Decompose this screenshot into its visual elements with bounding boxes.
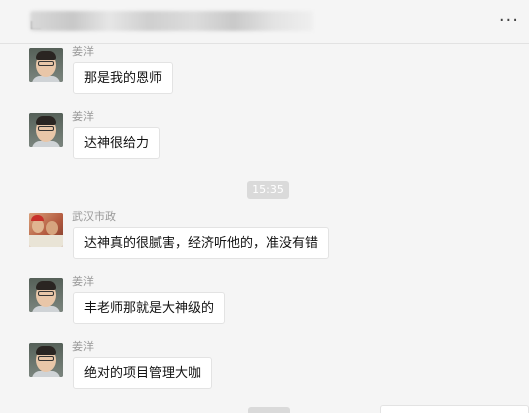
more-dots-icon[interactable]: ··· <box>499 12 519 30</box>
avatar[interactable] <box>29 213 63 247</box>
message-bubble[interactable]: 达神真的很腻害，经济听他的，准没有错 <box>73 227 330 259</box>
sender-name: 姜洋 <box>72 45 94 58</box>
avatar[interactable] <box>29 113 63 147</box>
sender-name: 姜洋 <box>72 340 94 353</box>
sender-name: 武汉市政 <box>72 210 116 223</box>
time-divider-partial <box>248 407 290 413</box>
avatar[interactable] <box>29 278 63 312</box>
chat-header: ··· <box>0 0 529 44</box>
avatar[interactable] <box>29 48 63 82</box>
message-bubble[interactable]: 达神很给力 <box>73 127 161 159</box>
sender-name: 姜洋 <box>72 275 94 288</box>
message-bubble[interactable]: 绝对的项目管理大咖 <box>73 357 213 389</box>
time-divider: 15:35 <box>247 181 289 199</box>
sender-name: 姜洋 <box>72 110 94 123</box>
chat-title <box>30 11 313 31</box>
avatar[interactable] <box>29 343 63 377</box>
message-bubble[interactable]: 那是我的恩师 <box>73 62 174 94</box>
message-bubble[interactable]: 丰老师那就是大神级的 <box>73 292 226 324</box>
